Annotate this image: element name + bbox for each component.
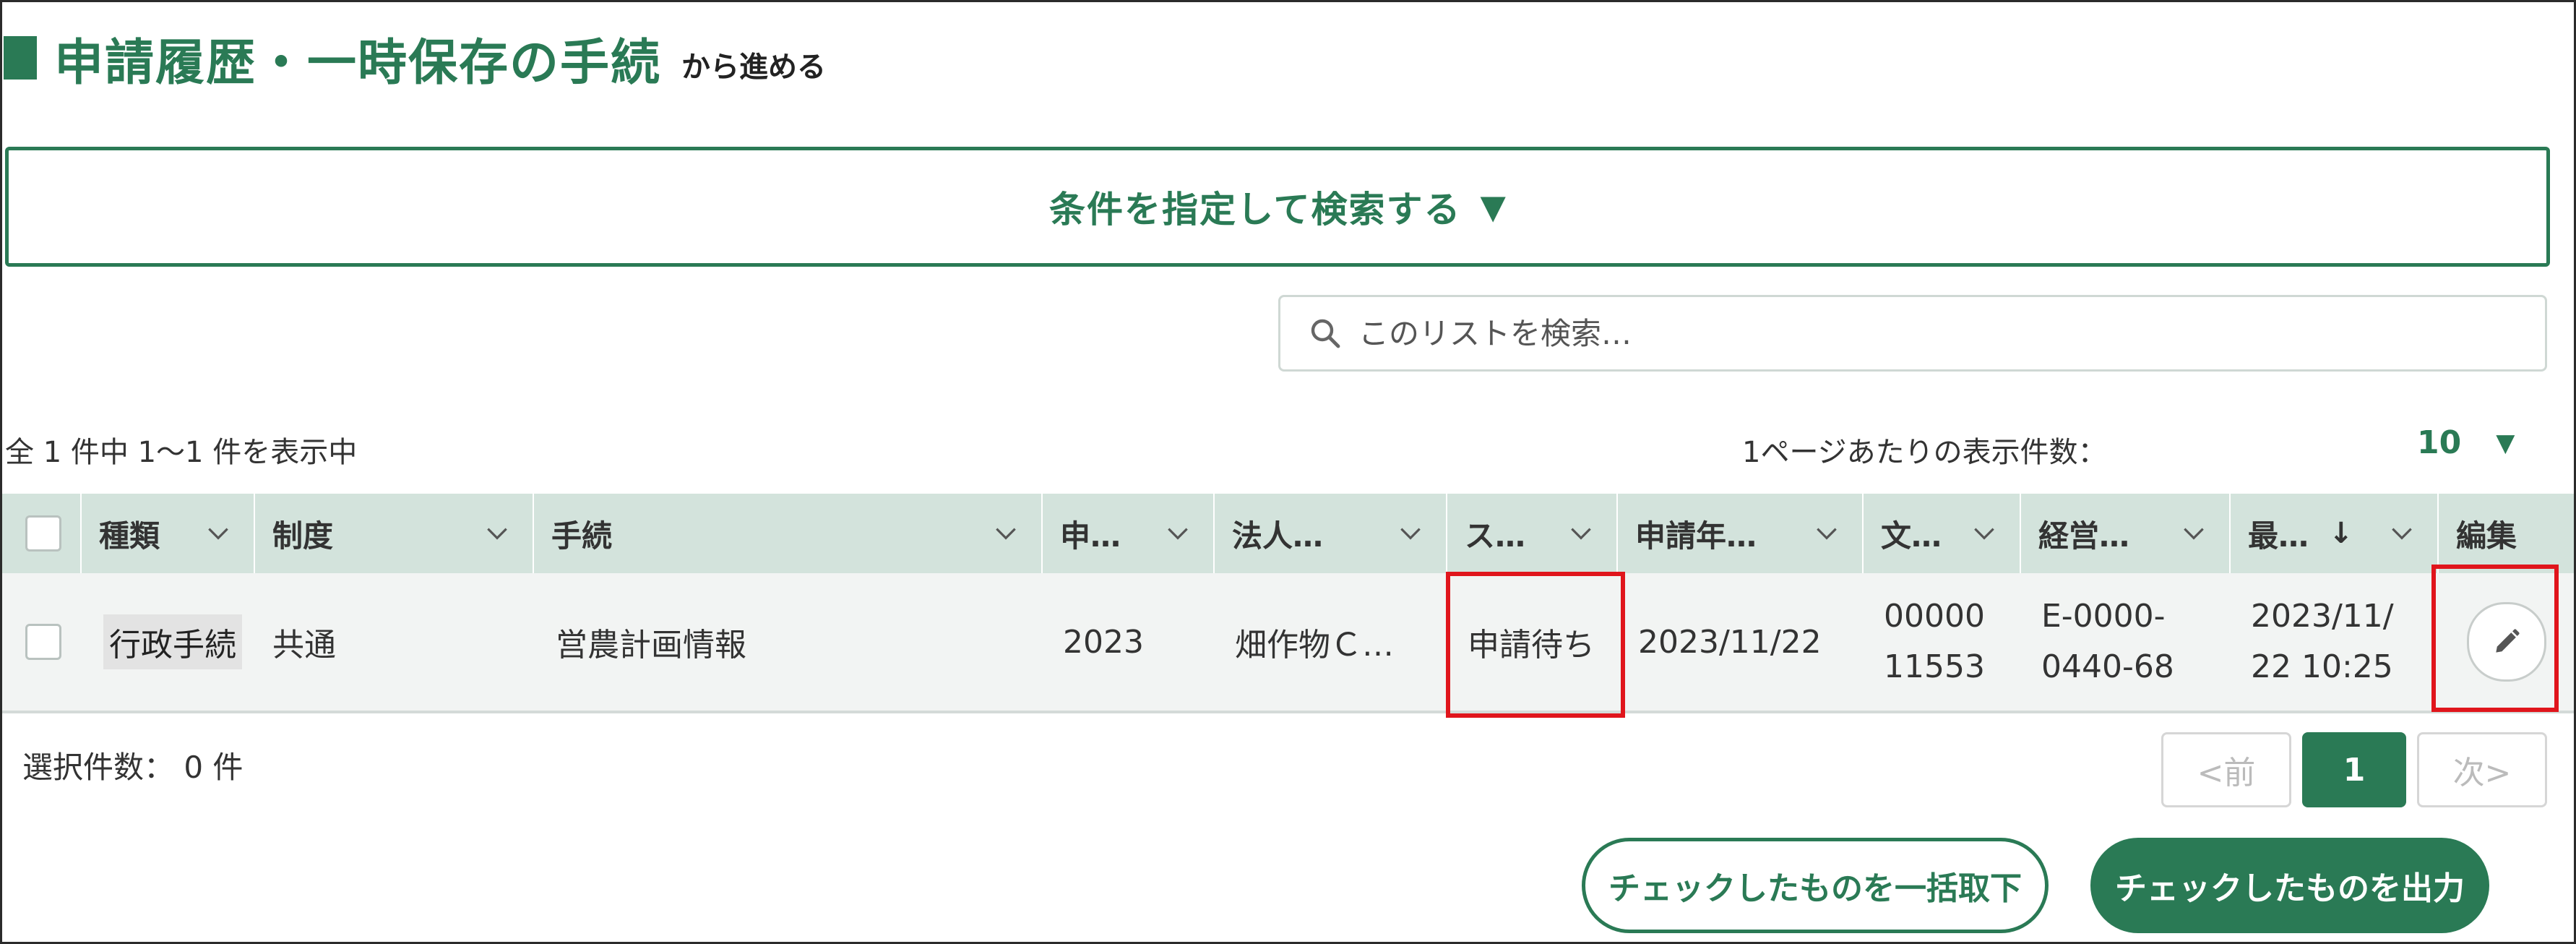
cell-status: 申請待ち [1468,627,1595,664]
table-header: 種類 制度 手続 申… 法人… ス… 申請年… 文… 経営… 最… ↓ 編集 [2,494,2574,575]
select-all-checkbox[interactable] [25,515,61,552]
title-accent-bar [4,36,37,80]
cell-edit [2439,573,2574,711]
header-corporation[interactable]: 法人… [1215,494,1447,573]
cell-document-number: 00000 11553 [1864,573,2021,711]
chevron-down-icon [1168,528,1188,540]
chevron-down-icon [996,528,1016,540]
selected-count: 選択件数： 0 件 [22,750,244,785]
cell-management-id: E-0000- 0440-68 [2021,573,2231,711]
header-last-updated[interactable]: 最… ↓ [2231,494,2439,573]
advanced-search-label: 条件を指定して検索する [1049,189,1462,231]
chevron-down-icon [1817,528,1837,540]
header-edit: 編集 [2439,494,2574,573]
pager-next-button[interactable]: 次> [2417,732,2547,807]
header-last-updated-label: 最… [2248,518,2309,554]
cell-procedure: 営農計画情報 [556,627,746,664]
last-updated-line2: 22 10:25 [2251,648,2393,685]
header-procedure[interactable]: 手続 [534,494,1043,573]
per-page-select[interactable]: 10 ▼ [2417,424,2515,461]
document-number-line1: 00000 [1884,598,1985,635]
edit-button[interactable] [2466,602,2546,682]
row-checkbox[interactable] [25,624,61,660]
management-id-line2: 0440-68 [2041,648,2174,685]
pager-prev-button[interactable]: <前 [2161,732,2291,807]
result-summary: 全 1 件中 1〜1 件を表示中 [5,436,358,469]
header-application[interactable]: 申… [1043,494,1215,573]
pager-page-1[interactable]: 1 [2302,732,2406,807]
header-select-all[interactable] [2,494,82,573]
header-management[interactable]: 経営… [2021,494,2231,573]
chevron-down-icon [1571,528,1591,540]
per-page-label: 1ページあたりの表示件数： [1742,436,2107,469]
header-application-label: 申… [1060,518,1121,554]
document-number-line2: 11553 [1884,648,1985,685]
sort-desc-icon: ↓ [2329,517,2353,550]
cell-type: 行政手続 [82,573,255,711]
chevron-down-icon [487,528,507,540]
cell-application-date: 2023/11/22 [1638,623,1822,661]
bulk-withdraw-button[interactable]: チェックしたものを一括取下 [1582,838,2049,933]
per-page-value: 10 [2417,424,2462,461]
triangle-down-icon: ▼ [1480,187,1506,226]
caret-down-icon: ▼ [2496,428,2515,458]
header-status[interactable]: ス… [1447,494,1618,573]
last-updated-line1: 2023/11/ [2251,598,2394,635]
header-procedure-label: 手続 [551,518,613,554]
chevron-down-icon [1974,528,1994,540]
main-panel: 申請履歴・一時保存の手続 から進める 条件を指定して検索する ▼ 全 1 件中 … [0,0,2576,944]
pencil-icon [2495,629,2520,653]
header-type-label: 種類 [99,518,160,554]
chevron-down-icon [2184,528,2204,540]
chevron-down-icon [208,528,228,540]
header-type[interactable]: 種類 [82,494,255,573]
row-select-cell[interactable] [2,573,82,711]
header-edit-label: 編集 [2456,518,2517,554]
chevron-down-icon [1400,528,1421,540]
cell-corporation: 畑作物Ｃ… [1235,627,1394,664]
list-search-input[interactable] [1357,314,2502,352]
cell-last-updated: 2023/11/ 22 10:25 [2231,573,2439,711]
header-corporation-label: 法人… [1232,518,1324,554]
cell-system: 共通 [272,627,336,664]
header-system-label: 制度 [272,518,334,554]
type-tag: 行政手続 [103,614,242,669]
page-subtitle: から進める [681,51,827,84]
advanced-search-toggle[interactable]: 条件を指定して検索する ▼ [5,147,2550,267]
chevron-down-icon [2392,528,2412,540]
header-application-date[interactable]: 申請年… [1618,494,1864,573]
header-system[interactable]: 制度 [255,494,534,573]
cell-year: 2023 [1063,623,1144,661]
table-row[interactable]: 行政手続 共通 営農計画情報 2023 畑作物Ｃ… 申請待ち 2023/11/2… [2,573,2574,713]
header-application-date-label: 申請年… [1635,518,1757,554]
list-search-box[interactable] [1278,295,2547,372]
header-status-label: ス… [1465,518,1526,554]
header-document[interactable]: 文… [1864,494,2021,573]
header-document-label: 文… [1881,518,1942,554]
page-title: 申請履歴・一時保存の手続 [54,34,662,92]
export-button[interactable]: チェックしたものを出力 [2090,838,2489,933]
management-id-line1: E-0000- [2041,598,2166,635]
search-icon [1311,319,1340,348]
header-management-label: 経営… [2038,518,2130,554]
page-header: 申請履歴・一時保存の手続 から進める [2,28,827,92]
